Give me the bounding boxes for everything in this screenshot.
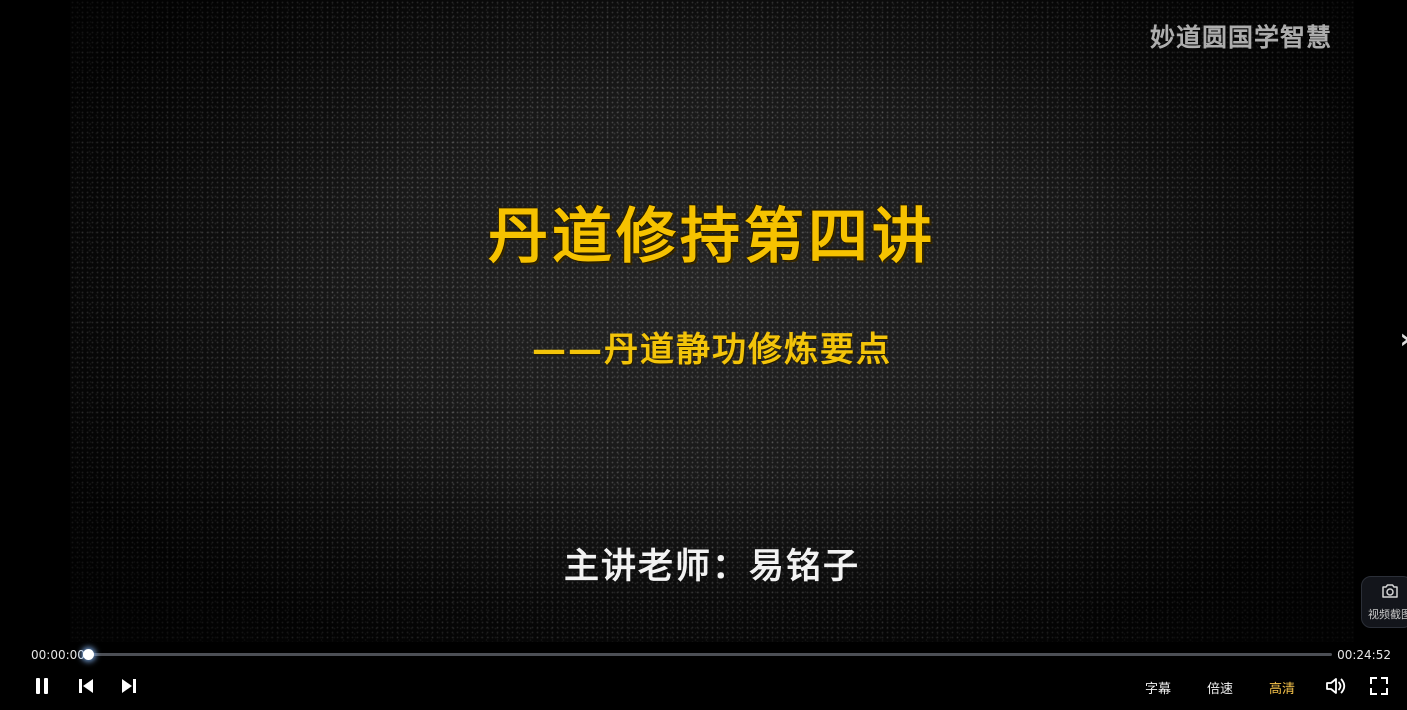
fullscreen-button[interactable]	[1369, 676, 1389, 696]
lecture-title: 丹道修持第四讲	[488, 202, 936, 272]
chevron-right-icon[interactable]: ›	[1399, 322, 1407, 355]
quality-button[interactable]: 高清	[1269, 678, 1295, 697]
pause-button[interactable]	[33, 676, 51, 696]
channel-watermark: 妙道圆国学智慧	[1149, 23, 1332, 52]
pause-icon	[33, 676, 51, 696]
video-frame[interactable]: 妙道圆国学智慧 丹道修持第四讲 ——丹道静功修炼要点 主讲老师：易铭子	[70, 0, 1354, 642]
skip-next-icon	[120, 676, 138, 696]
skip-previous-icon	[77, 676, 95, 696]
volume-button[interactable]	[1325, 676, 1347, 696]
progress-bar[interactable]	[83, 649, 1332, 660]
current-time: 00:00:00	[31, 648, 85, 662]
previous-button[interactable]	[77, 676, 95, 696]
video-player[interactable]: 妙道圆国学智慧 丹道修持第四讲 ——丹道静功修炼要点 主讲老师：易铭子 › 视频…	[0, 0, 1407, 710]
lecture-subtitle: ——丹道静功修炼要点	[532, 330, 892, 370]
speed-button[interactable]: 倍速	[1207, 678, 1233, 697]
video-screenshot-button[interactable]: 视频截图	[1361, 576, 1407, 628]
camera-icon	[1381, 583, 1399, 603]
volume-icon	[1325, 676, 1347, 696]
subtitle-button[interactable]: 字幕	[1145, 678, 1171, 697]
progress-row: 00:00:00 00:24:52	[0, 642, 1407, 668]
fullscreen-icon	[1369, 676, 1389, 696]
screenshot-label: 视频截图	[1368, 607, 1407, 621]
control-bar: 字幕 倍速 高清	[0, 668, 1407, 710]
total-time: 00:24:52	[1337, 648, 1391, 662]
lecturer-name: 主讲老师：易铭子	[563, 547, 860, 587]
next-button[interactable]	[120, 676, 138, 696]
progress-knob[interactable]	[83, 649, 94, 660]
